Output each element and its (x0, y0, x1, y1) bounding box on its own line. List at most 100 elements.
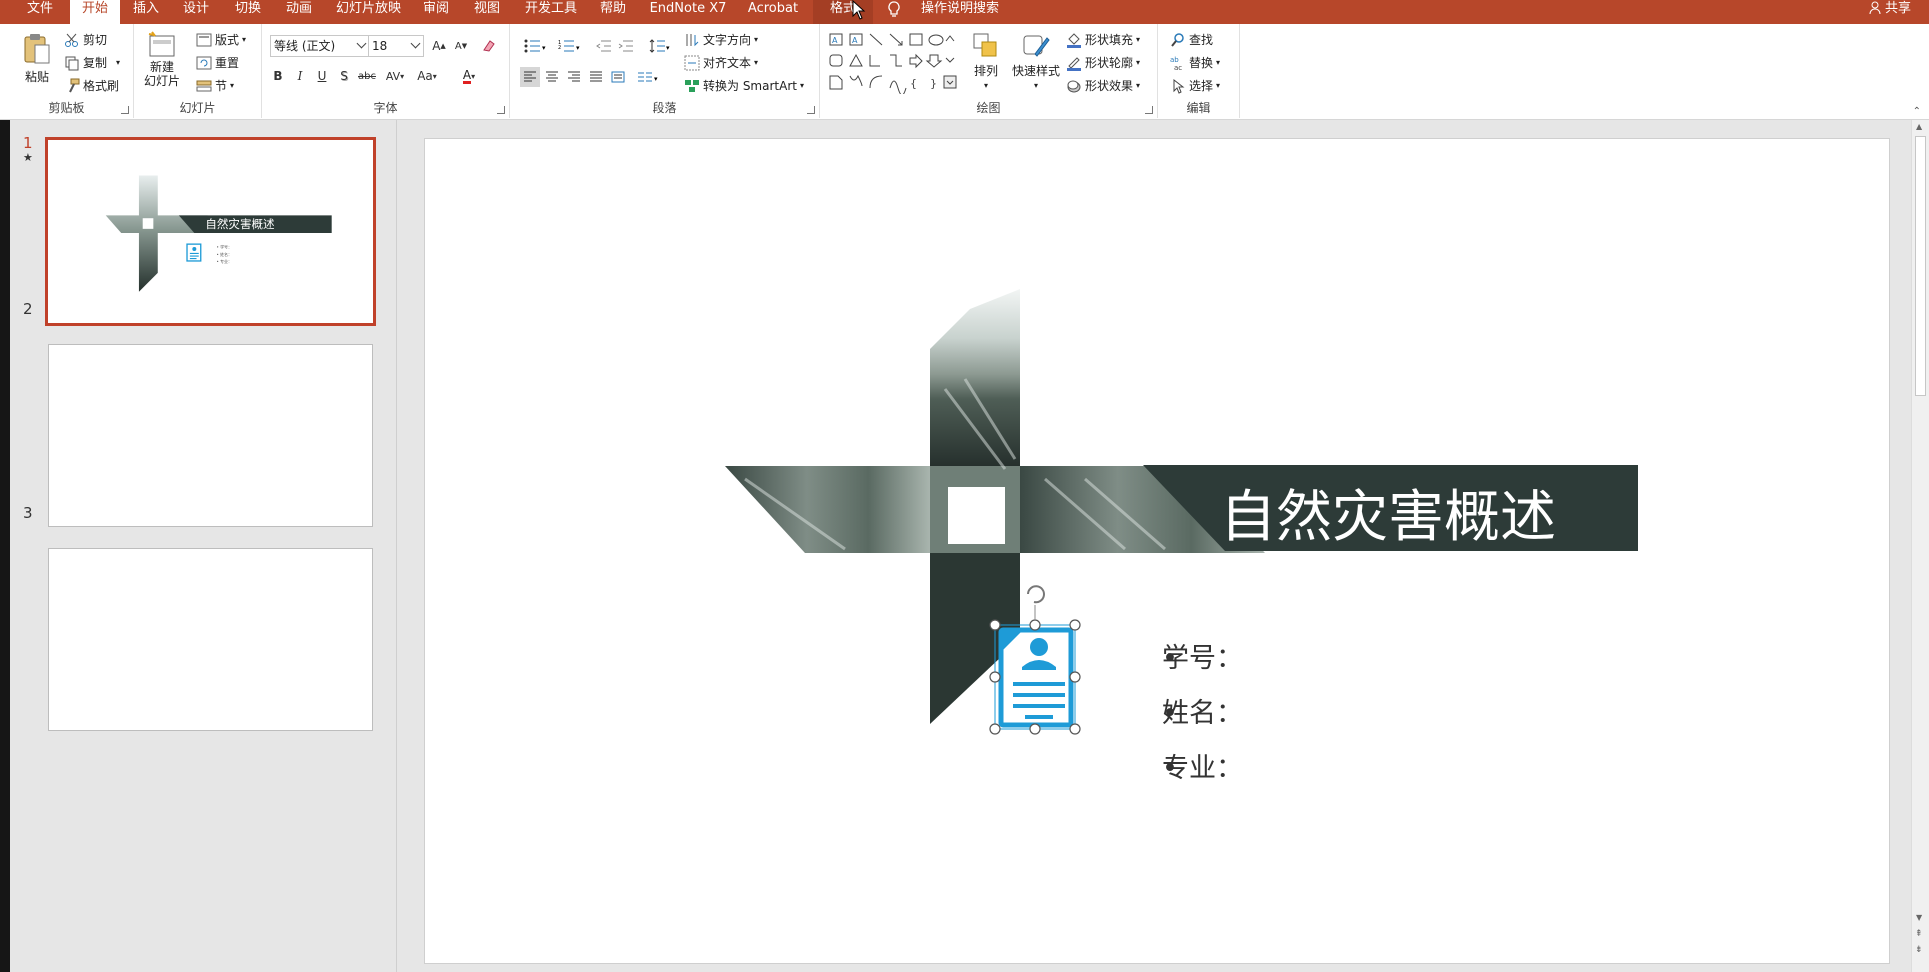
change-case-button[interactable]: Aa ▾ (412, 66, 442, 86)
numbering-button[interactable]: 1 2 ▾ (554, 36, 584, 56)
slide-thumbnail-2[interactable] (48, 344, 373, 527)
tab-review[interactable]: 审阅 (418, 0, 454, 24)
text-direction-label: 文字方向 (703, 33, 752, 47)
scrollbar-thumb[interactable] (1915, 136, 1926, 396)
font-launcher-icon[interactable] (497, 106, 505, 114)
tab-file[interactable]: 文件 (22, 0, 58, 24)
tab-insert[interactable]: 插入 (128, 0, 164, 24)
tab-slideshow[interactable]: 幻灯片放映 (331, 0, 406, 24)
paragraph-launcher-icon[interactable] (807, 106, 815, 114)
copy-dropdown-icon[interactable]: ▾ (116, 58, 120, 67)
slide-thumbnail-1[interactable]: 自然灾害概述 • 学号： • 姓名： • 专业： (45, 137, 376, 326)
scroll-up-icon[interactable]: ▲ (1916, 122, 1922, 131)
shapes-gallery[interactable]: A A {} (828, 32, 964, 96)
tab-transitions[interactable]: 切换 (230, 0, 266, 24)
slide-title[interactable]: 自然灾害概述 (1220, 472, 1556, 553)
decrease-indent-icon[interactable] (594, 36, 614, 56)
font-color-button[interactable]: A ▾ (454, 66, 484, 86)
shape-effects-button[interactable]: 形状效果 ▾ (1066, 77, 1140, 94)
tab-developer[interactable]: 开发工具 (520, 0, 582, 24)
svg-text:2: 2 (558, 45, 561, 51)
align-right-icon[interactable] (564, 67, 584, 87)
tell-me-search[interactable]: 操作说明搜索 (910, 0, 1010, 24)
replace-button[interactable]: ab ac 替换 ▾ (1170, 54, 1220, 72)
tab-endnote[interactable]: EndNote X7 (647, 0, 729, 24)
clipboard-launcher-icon[interactable] (121, 106, 129, 114)
decrease-font-button[interactable]: A ▼ (452, 36, 470, 56)
layout-button[interactable]: 版式 ▾ (196, 31, 246, 48)
lightbulb-icon[interactable] (884, 0, 904, 24)
bullet-student-id[interactable]: 学号： (1140, 631, 1243, 686)
align-center-icon[interactable] (542, 67, 562, 87)
align-text-button[interactable]: 对齐文本 ▾ (684, 54, 758, 71)
tab-home[interactable]: 开始 (70, 0, 120, 26)
collapse-ribbon-icon[interactable]: ⌃ (1913, 106, 1921, 117)
bullet-major[interactable]: 专业： (1140, 741, 1243, 796)
paste-label: 粘贴 (24, 70, 49, 84)
increase-font-button[interactable]: A ▲ (430, 36, 448, 56)
align-text-icon (684, 55, 700, 71)
text-direction-button[interactable]: 文字方向 ▾ (684, 31, 758, 48)
find-button[interactable]: 查找 (1170, 31, 1213, 48)
reset-button[interactable]: 重置 (196, 54, 239, 71)
strikethrough-button[interactable]: abc (356, 66, 378, 86)
align-left-icon[interactable] (520, 67, 540, 87)
share-button[interactable]: 共享 (1869, 0, 1911, 18)
quick-styles-button[interactable]: 快速样式 ▾ (1012, 32, 1060, 90)
layout-label: 版式 (215, 33, 240, 47)
bullets-button[interactable]: ▾ (520, 36, 550, 56)
convert-smartart-button[interactable]: 转换为 SmartArt ▾ (684, 77, 804, 94)
distribute-icon[interactable] (608, 67, 628, 87)
cut-button[interactable]: 剪切 (64, 31, 107, 48)
bullet-name[interactable]: 姓名： (1140, 686, 1243, 741)
slide-number-2: 2 (23, 300, 33, 318)
tab-acrobat[interactable]: Acrobat (743, 0, 803, 24)
section-label: 节 (215, 79, 228, 93)
format-painter-button[interactable]: 格式刷 (64, 77, 119, 94)
font-size-combobox[interactable]: 18 (368, 35, 424, 57)
italic-button[interactable]: I (292, 66, 308, 86)
svg-text:A: A (852, 36, 858, 45)
new-slide-button[interactable]: 新建 幻灯片 (144, 30, 180, 88)
paragraph-group-label: 段落 (652, 101, 677, 115)
shadow-button[interactable]: S (336, 66, 352, 86)
tab-animations[interactable]: 动画 (281, 0, 317, 24)
slide-canvas[interactable]: 自然灾害概述 学号： 姓名： 专业： (424, 138, 1890, 964)
scissors-icon (64, 32, 80, 48)
arrange-button[interactable]: 排列 ▾ (972, 32, 1000, 90)
rotate-handle-icon[interactable] (1027, 585, 1045, 604)
copy-button[interactable]: 复制 ▾ (64, 54, 120, 71)
tab-design[interactable]: 设计 (178, 0, 214, 24)
slides-group-label: 幻灯片 (179, 101, 216, 115)
underline-button[interactable]: U (314, 66, 330, 86)
section-button[interactable]: 节 ▾ (196, 77, 234, 94)
bold-button[interactable]: B (270, 66, 286, 86)
character-spacing-label: AV (385, 69, 401, 83)
share-label: 共享 (1884, 1, 1911, 16)
columns-icon[interactable]: ▾ (634, 67, 662, 87)
slide-thumbnail-3[interactable] (48, 548, 373, 731)
svg-text:A: A (832, 36, 838, 45)
svg-text:▾: ▾ (666, 44, 670, 52)
increase-indent-icon[interactable] (616, 36, 636, 56)
paste-button[interactable]: 粘贴 (22, 32, 52, 85)
select-button[interactable]: 选择 ▾ (1170, 77, 1220, 94)
clear-format-icon[interactable] (480, 36, 498, 56)
tab-help[interactable]: 帮助 (595, 0, 631, 24)
next-slide-icon[interactable]: ⇟ (1915, 946, 1923, 955)
vertical-scrollbar[interactable]: ▲ ▼ ⇞ ⇟ (1911, 120, 1929, 972)
line-spacing-icon[interactable]: ▾ (646, 36, 674, 56)
slide-bullet-list[interactable]: 学号： 姓名： 专业： (1140, 631, 1243, 796)
tab-view[interactable]: 视图 (469, 0, 505, 24)
scroll-down-icon[interactable]: ▼ (1916, 913, 1922, 922)
svg-text:• 专业：: • 专业： (216, 259, 232, 264)
drawing-launcher-icon[interactable] (1145, 106, 1153, 114)
justify-icon[interactable] (586, 67, 606, 87)
shape-outline-button[interactable]: 形状轮廓 ▾ (1066, 54, 1140, 71)
thumb-title-text: 自然灾害概述 (205, 217, 275, 231)
shape-fill-button[interactable]: 形状填充 ▾ (1066, 31, 1140, 48)
font-color-label: A (462, 67, 472, 84)
previous-slide-icon[interactable]: ⇞ (1915, 930, 1923, 939)
character-spacing-button[interactable]: AV ▾ (382, 66, 408, 86)
font-name-combobox[interactable]: 等线 (正文) (270, 35, 370, 57)
